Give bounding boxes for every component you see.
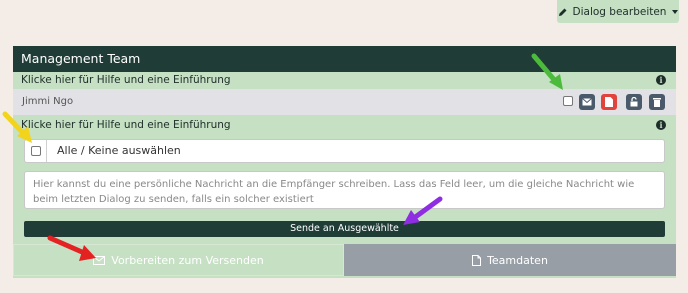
pencil-icon [558,8,567,16]
select-divider [46,140,47,162]
help-link-2[interactable]: Klicke hier für Hilfe und eine Einführun… [13,117,676,134]
message-placeholder: Hier kannst du eine persönliche Nachrich… [33,179,635,205]
purple-arrow-icon [403,196,443,225]
dialog-edit-button[interactable]: Dialog bearbeiten [557,0,679,23]
help-text: Klicke hier für Hilfe und eine Einführun… [21,74,231,86]
help-text-2: Klicke hier für Hilfe und eine Einführun… [21,119,231,131]
pdf-button[interactable] [601,94,617,110]
team-data-label: Teamdaten [487,253,548,267]
message-textarea[interactable]: Hier kannst du eine persönliche Nachrich… [24,171,665,209]
select-all-label: Alle / Keine auswählen [57,144,181,157]
send-selected-button[interactable]: Sende an Ausgewählte [24,221,665,237]
unlock-button[interactable] [626,94,642,110]
info-icon[interactable]: i [656,75,666,85]
help-link[interactable]: Klicke hier für Hilfe und eine Einführun… [13,72,676,89]
select-all-checkbox[interactable] [31,146,41,156]
team-data-button[interactable]: Teamdaten [344,244,676,276]
member-checkbox[interactable] [563,96,573,106]
dialog-edit-label: Dialog bearbeiten [572,5,667,18]
green-arrow-icon [531,53,563,90]
envelope-icon [582,98,592,106]
member-row [13,89,676,115]
info-icon-2[interactable]: i [656,120,666,130]
delete-button[interactable] [649,94,665,110]
file-icon [472,254,482,266]
prepare-send-label: Vorbereiten zum Versenden [111,253,264,267]
yellow-arrow-icon [2,111,32,143]
unlock-icon [630,97,638,107]
caret-down-icon [672,9,679,14]
red-arrow-icon [47,235,96,261]
trash-icon [653,98,661,107]
document-icon [605,97,613,107]
email-button[interactable] [579,94,595,110]
panel-title: Management Team [13,46,676,72]
